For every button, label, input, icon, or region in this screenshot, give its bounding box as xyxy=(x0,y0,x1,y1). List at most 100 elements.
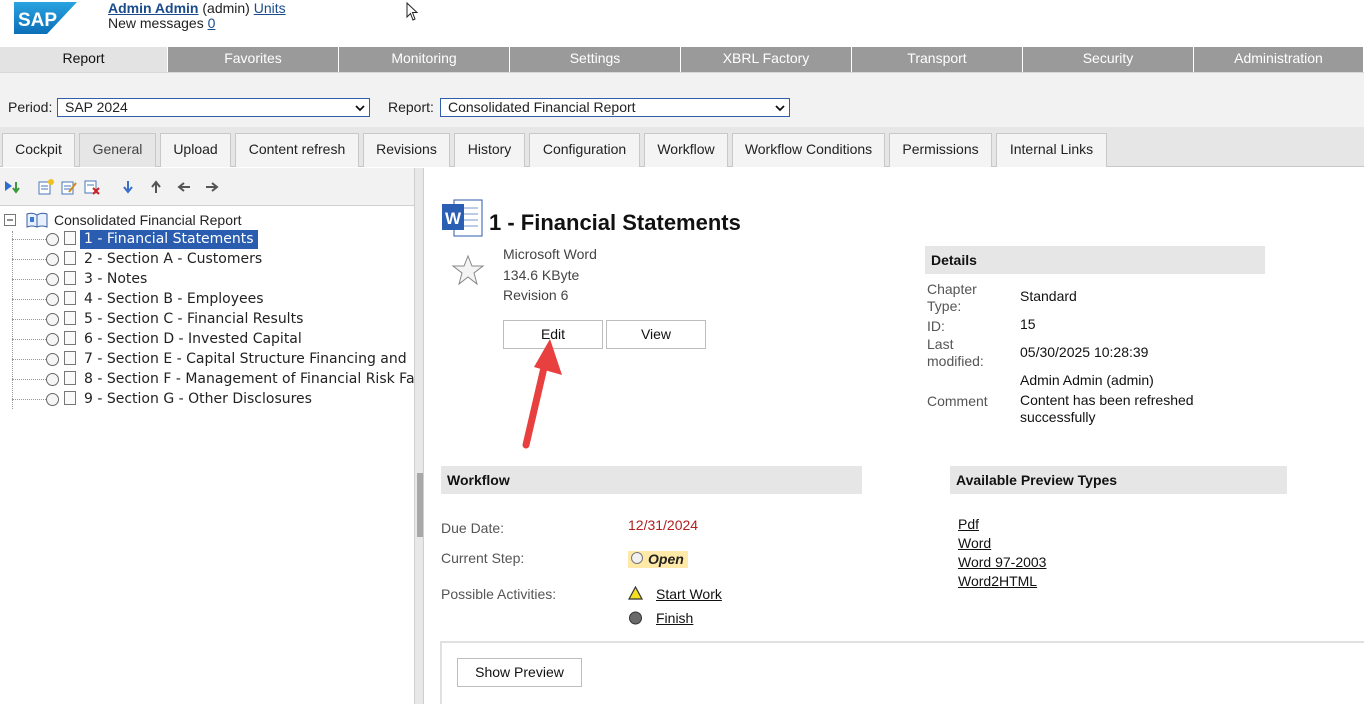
tree-item-label[interactable]: 3 - Notes xyxy=(80,270,151,289)
move-right-icon[interactable] xyxy=(203,178,221,196)
tree-root-label: Consolidated Financial Report xyxy=(54,212,242,228)
preview-types-heading: Available Preview Types xyxy=(950,466,1287,494)
finish-link[interactable]: Finish xyxy=(656,610,693,626)
period-report-row: Period: SAP 2024 Report: Consolidated Fi… xyxy=(0,72,1364,127)
red-arrow-annotation-icon xyxy=(522,339,562,449)
main-tab-monitoring[interactable]: Monitoring xyxy=(339,47,510,72)
user-role: (admin) xyxy=(202,0,250,16)
new-chapter-icon[interactable] xyxy=(37,178,55,196)
document-icon xyxy=(64,311,76,325)
chapter-radio[interactable] xyxy=(46,393,59,406)
document-icon xyxy=(64,391,76,405)
chapter-radio[interactable] xyxy=(46,253,59,266)
tab-workflow[interactable]: Workflow xyxy=(644,133,728,167)
preview-link-word[interactable]: Word xyxy=(958,535,991,551)
preview-link-pdf[interactable]: Pdf xyxy=(958,516,979,532)
tree-item-label[interactable]: 4 - Section B - Employees xyxy=(80,290,268,309)
finish-circle-icon xyxy=(629,611,642,625)
move-left-icon[interactable] xyxy=(175,178,193,196)
tab-content-refresh[interactable]: Content refresh xyxy=(235,133,359,167)
chapter-radio[interactable] xyxy=(46,273,59,286)
show-preview-button[interactable]: Show Preview xyxy=(457,658,582,687)
document-icon xyxy=(64,251,76,265)
messages-count-link[interactable]: 0 xyxy=(208,15,216,31)
workflow-heading: Workflow xyxy=(441,466,862,494)
tree-item-label[interactable]: 8 - Section F - Management of Financial … xyxy=(80,370,414,389)
main-tab-favorites[interactable]: Favorites xyxy=(168,47,339,72)
tree-connector xyxy=(12,359,46,360)
main-tab-xbrl-factory[interactable]: XBRL Factory xyxy=(681,47,852,72)
move-up-icon[interactable] xyxy=(147,178,165,196)
tab-permissions[interactable]: Permissions xyxy=(889,133,992,167)
period-select[interactable]: SAP 2024 xyxy=(57,98,370,117)
tab-internal-links[interactable]: Internal Links xyxy=(996,133,1107,167)
main-tab-security[interactable]: Security xyxy=(1023,47,1194,72)
main-tab-transport[interactable]: Transport xyxy=(852,47,1023,72)
chapter-radio[interactable] xyxy=(46,313,59,326)
document-icon xyxy=(64,351,76,365)
edit-chapter-icon[interactable] xyxy=(60,178,78,196)
user-name-link[interactable]: Admin Admin xyxy=(108,0,198,16)
chapter-radio[interactable] xyxy=(46,293,59,306)
due-date-label: Due Date: xyxy=(441,520,505,536)
delete-chapter-icon[interactable] xyxy=(83,178,101,196)
tab-upload[interactable]: Upload xyxy=(160,133,231,167)
tree-item-label[interactable]: 6 - Section D - Invested Capital xyxy=(80,330,306,349)
tree-connector xyxy=(12,279,46,280)
view-button[interactable]: View xyxy=(606,320,706,349)
tab-workflow-conditions[interactable]: Workflow Conditions xyxy=(732,133,885,167)
panel-splitter[interactable] xyxy=(414,168,424,704)
sub-tabs: Cockpit General Upload Content refresh R… xyxy=(0,127,1364,167)
svg-text:W: W xyxy=(445,209,462,228)
document-icon xyxy=(64,331,76,345)
tab-cockpit[interactable]: Cockpit xyxy=(2,133,75,167)
collapse-icon[interactable] xyxy=(4,214,16,226)
tab-history[interactable]: History xyxy=(454,133,525,167)
chapter-details: W 1 - Financial Statements Microsoft Wor… xyxy=(424,168,1364,704)
last-modified-value: 05/30/2025 10:28:39 xyxy=(1020,344,1149,360)
tab-revisions[interactable]: Revisions xyxy=(363,133,450,167)
word-document-icon: W xyxy=(442,199,483,237)
current-step-badge: Open xyxy=(628,551,688,568)
tree-connector xyxy=(12,259,46,260)
tree-item-label[interactable]: 5 - Section C - Financial Results xyxy=(80,310,307,329)
chapter-radio[interactable] xyxy=(46,233,59,246)
tree-item-label[interactable]: 1 - Financial Statements xyxy=(80,230,258,249)
header: SAP Admin Admin (admin) Units New messag… xyxy=(0,0,1364,47)
last-modified-label-2: modified: xyxy=(927,353,984,369)
preview-area: Show Preview xyxy=(440,641,1364,704)
tree-item-label[interactable]: 9 - Section G - Other Disclosures xyxy=(80,390,316,409)
tree-item-label[interactable]: 2 - Section A - Customers xyxy=(80,250,266,269)
units-link[interactable]: Units xyxy=(254,0,286,16)
move-down-icon[interactable] xyxy=(119,178,137,196)
document-icon xyxy=(64,371,76,385)
main-tab-administration[interactable]: Administration xyxy=(1194,47,1364,72)
favorite-star-icon[interactable] xyxy=(452,254,484,286)
tab-general[interactable]: General xyxy=(79,133,156,167)
tree-connector xyxy=(12,399,46,400)
start-work-link[interactable]: Start Work xyxy=(656,586,722,602)
last-modified-label-1: Last xyxy=(927,336,954,352)
preview-link-word2html[interactable]: Word2HTML xyxy=(958,573,1037,589)
main-tab-report[interactable]: Report xyxy=(0,47,168,72)
expand-all-icon[interactable] xyxy=(3,178,21,196)
modified-by-value: Admin Admin (admin) xyxy=(1020,372,1154,388)
tree-item-label[interactable]: 7 - Section E - Capital Structure Financ… xyxy=(80,350,411,369)
chevron-down-icon xyxy=(775,105,785,112)
tab-configuration[interactable]: Configuration xyxy=(529,133,640,167)
tree-connector xyxy=(12,339,46,340)
scrollbar-thumb[interactable] xyxy=(417,473,423,537)
chapter-radio[interactable] xyxy=(46,333,59,346)
messages-line: New messages 0 xyxy=(108,15,215,31)
chapter-tree: Consolidated Financial Report 1 - Financ… xyxy=(0,206,414,704)
main-tab-settings[interactable]: Settings xyxy=(510,47,681,72)
chapter-type-label-2: Type: xyxy=(927,298,962,314)
chevron-down-icon xyxy=(355,105,365,112)
report-select[interactable]: Consolidated Financial Report xyxy=(440,98,790,117)
chapter-radio[interactable] xyxy=(46,353,59,366)
preview-link-word-97-2003[interactable]: Word 97-2003 xyxy=(958,554,1046,570)
chapter-radio[interactable] xyxy=(46,373,59,386)
document-icon xyxy=(64,231,76,245)
sap-logo-text: SAP xyxy=(18,10,57,31)
tree-toolbar xyxy=(0,168,416,206)
